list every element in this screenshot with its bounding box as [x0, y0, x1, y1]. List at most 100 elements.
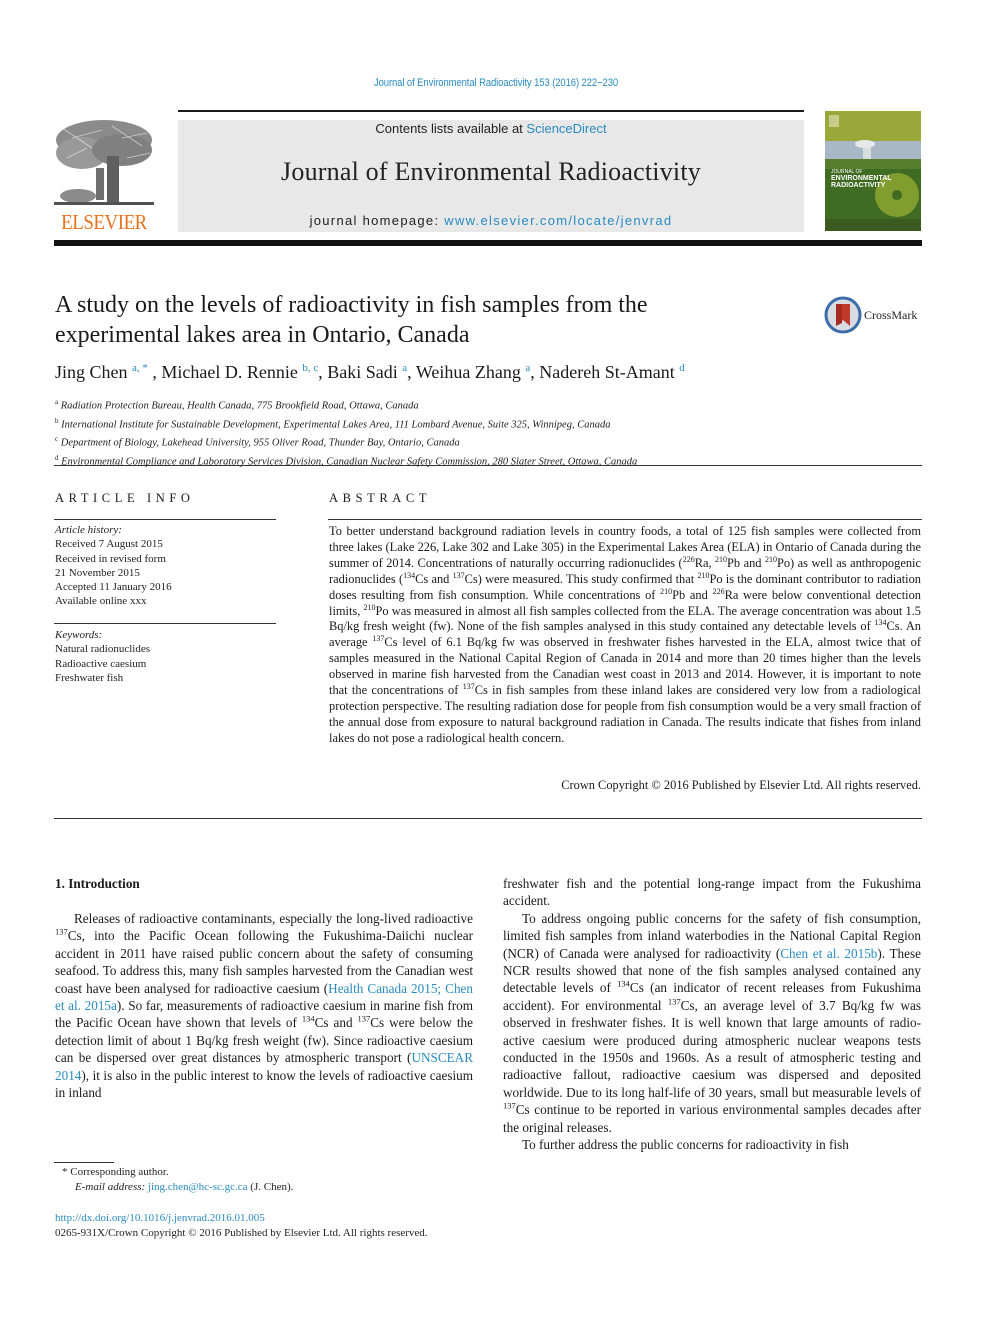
author-affil-marker[interactable]: a, * — [132, 362, 148, 374]
citation-link[interactable]: UNSCEAR 2014 — [55, 1050, 473, 1082]
cover-title-line3: RADIOACTIVITY — [831, 182, 886, 189]
abstract-heading: ABSTRACT — [329, 491, 432, 505]
journal-homepage-line: journal homepage: www.elsevier.com/locat… — [178, 213, 804, 228]
divider — [328, 519, 922, 520]
divider — [54, 519, 276, 520]
crossmark-icon — [824, 296, 862, 334]
author-name[interactable]: Jing Chen — [55, 362, 128, 382]
isotope-mass-number: 134 — [403, 570, 416, 580]
isotope-mass-number: 210 — [660, 586, 673, 596]
affiliation-text: International Institute for Sustainable … — [61, 419, 611, 430]
history-item: Available online xxx — [55, 595, 147, 608]
affiliation-key: d — [55, 453, 59, 462]
body-paragraph: To further address the public concerns f… — [522, 1137, 849, 1153]
affiliations: a Radiation Protection Bureau, Health Ca… — [55, 395, 915, 469]
affiliation-text: Radiation Protection Bureau, Health Cana… — [60, 400, 419, 412]
abstract-body: To better understand background radiatio… — [329, 524, 921, 745]
article-title: A study on the levels of radioactivity i… — [55, 290, 795, 350]
section-heading-introduction: 1. Introduction — [55, 876, 140, 891]
email-label: E-mail address: — [75, 1181, 146, 1193]
issn-copyright-line: 0265-931X/Crown Copyright © 2016 Publish… — [55, 1227, 428, 1239]
author-name[interactable]: Michael D. Rennie — [161, 362, 297, 382]
body-paragraph: freshwater fish and the potential long-r… — [503, 876, 921, 909]
author-name[interactable]: Weihua Zhang — [416, 362, 521, 382]
isotope-mass-number: 134 — [617, 979, 630, 990]
isotope-mass-number: 134 — [874, 618, 887, 628]
body-right-column: freshwater fish and the potential long-r… — [503, 875, 921, 1154]
journal-homepage-link[interactable]: www.elsevier.com/locate/jenvrad — [444, 213, 672, 228]
header-thick-rule — [54, 240, 922, 246]
isotope-mass-number: 226 — [682, 554, 695, 564]
running-head[interactable]: Journal of Environmental Radioactivity 1… — [69, 77, 922, 89]
email-link[interactable]: jing.chen@hc-sc.gc.ca — [148, 1181, 248, 1193]
affiliation-key: a — [55, 398, 59, 406]
article-title-line1: A study on the levels of radioactivity i… — [55, 292, 648, 318]
footnote-marker: * — [62, 1166, 68, 1178]
affiliation-item: c Department of Biology, Lakehead Univer… — [55, 432, 915, 451]
isotope-mass-number: 210 — [363, 602, 376, 612]
email-note: E-mail address: jing.chen@hc-sc.gc.ca (J… — [62, 1180, 482, 1195]
isotope-mass-number: 226 — [712, 586, 725, 596]
contents-line: Contents lists available at ScienceDirec… — [178, 121, 804, 136]
affiliation-key: c — [55, 435, 59, 443]
email-suffix: (J. Chen). — [247, 1181, 294, 1193]
history-item: Accepted 11 January 2016 — [55, 581, 172, 594]
journal-title: Journal of Environmental Radioactivity — [281, 157, 701, 186]
article-info-heading: ARTICLE INFO — [55, 491, 195, 505]
body-left-column: Releases of radioactive contaminants, es… — [55, 910, 473, 1101]
isotope-mass-number: 134 — [301, 1014, 315, 1025]
author-name[interactable]: Baki Sadi — [327, 362, 398, 382]
contents-prefix: Contents lists available at — [375, 121, 527, 136]
elsevier-wordmark: ELSEVIER — [61, 210, 147, 234]
author-list: Jing Chen a, * , Michael D. Rennie b, c,… — [55, 362, 915, 383]
author-separator: , — [318, 362, 328, 382]
isotope-mass-number: 137 — [452, 570, 465, 580]
citation-link[interactable]: Chen et al. 2015b — [780, 946, 877, 961]
sciencedirect-link[interactable]: ScienceDirect — [526, 121, 606, 136]
isotope-mass-number: 137 — [667, 996, 681, 1007]
journal-cover-image[interactable]: JOURNAL OF ENVIRONMENTAL RADIOACTIVITY — [825, 111, 921, 231]
affiliation-item: b International Institute for Sustainabl… — [55, 414, 915, 433]
article-history: Article history: Received 7 August 2015 … — [55, 523, 277, 609]
history-item: 21 November 2015 — [55, 566, 140, 579]
citation-link[interactable]: Health Canada 2015; Chen et al. 2015a — [55, 981, 473, 1013]
journal-cover-icon: JOURNAL OF ENVIRONMENTAL RADIOACTIVITY — [825, 111, 921, 231]
article-title-line2: experimental lakes area in Ontario, Cana… — [55, 322, 470, 348]
body-paragraph: To address ongoing public concerns for t… — [503, 910, 921, 1135]
isotope-mass-number: 210 — [764, 554, 777, 564]
affiliation-item: d Environmental Compliance and Laborator… — [55, 451, 915, 470]
author-name[interactable]: Nadereh St-Amant — [539, 362, 674, 382]
cover-title-line2: ENVIRONMENTAL — [831, 175, 892, 182]
author-affil-marker[interactable]: d — [679, 362, 685, 374]
history-item: Received 7 August 2015 — [55, 538, 163, 551]
affiliation-key: b — [55, 416, 59, 425]
body-paragraph: Releases of radioactive contaminants, es… — [55, 911, 474, 1101]
header-top-rule — [178, 110, 804, 112]
crossmark-label[interactable]: CrossMark — [864, 308, 917, 323]
affiliation-text: Department of Biology, Lakehead Universi… — [60, 437, 460, 449]
homepage-prefix: journal homepage: — [309, 213, 445, 228]
isotope-mass-number: 137 — [503, 1100, 516, 1111]
footnotes: * Corresponding author. E-mail address: … — [62, 1165, 482, 1195]
author-separator: , — [530, 362, 540, 382]
isotope-mass-number: 137 — [372, 634, 385, 644]
abstract-copyright: Crown Copyright © 2016 Published by Else… — [561, 778, 921, 792]
doi-block: http://dx.doi.org/10.1016/j.jenvrad.2016… — [55, 1211, 495, 1241]
elsevier-tree-icon — [52, 118, 156, 210]
author-separator: , — [407, 362, 416, 382]
footnote-rule — [54, 1162, 114, 1163]
isotope-mass-number: 210 — [697, 570, 710, 580]
affiliation-item: a Radiation Protection Bureau, Health Ca… — [55, 395, 915, 414]
doi-link[interactable]: http://dx.doi.org/10.1016/j.jenvrad.2016… — [55, 1211, 495, 1226]
keyword-item: Radioactive caesium — [55, 657, 147, 670]
keywords: Keywords: Natural radionuclides Radioact… — [55, 628, 277, 685]
article-history-label: Article history: — [55, 524, 122, 536]
author-affil-marker[interactable]: b, c — [302, 362, 318, 374]
history-item: Received in revised form — [55, 552, 166, 565]
keyword-item: Freshwater fish — [55, 671, 124, 684]
divider — [54, 465, 922, 466]
keyword-item: Natural radionuclides — [55, 643, 150, 656]
divider — [54, 818, 922, 819]
divider — [54, 623, 276, 624]
isotope-mass-number: 137 — [357, 1014, 371, 1025]
